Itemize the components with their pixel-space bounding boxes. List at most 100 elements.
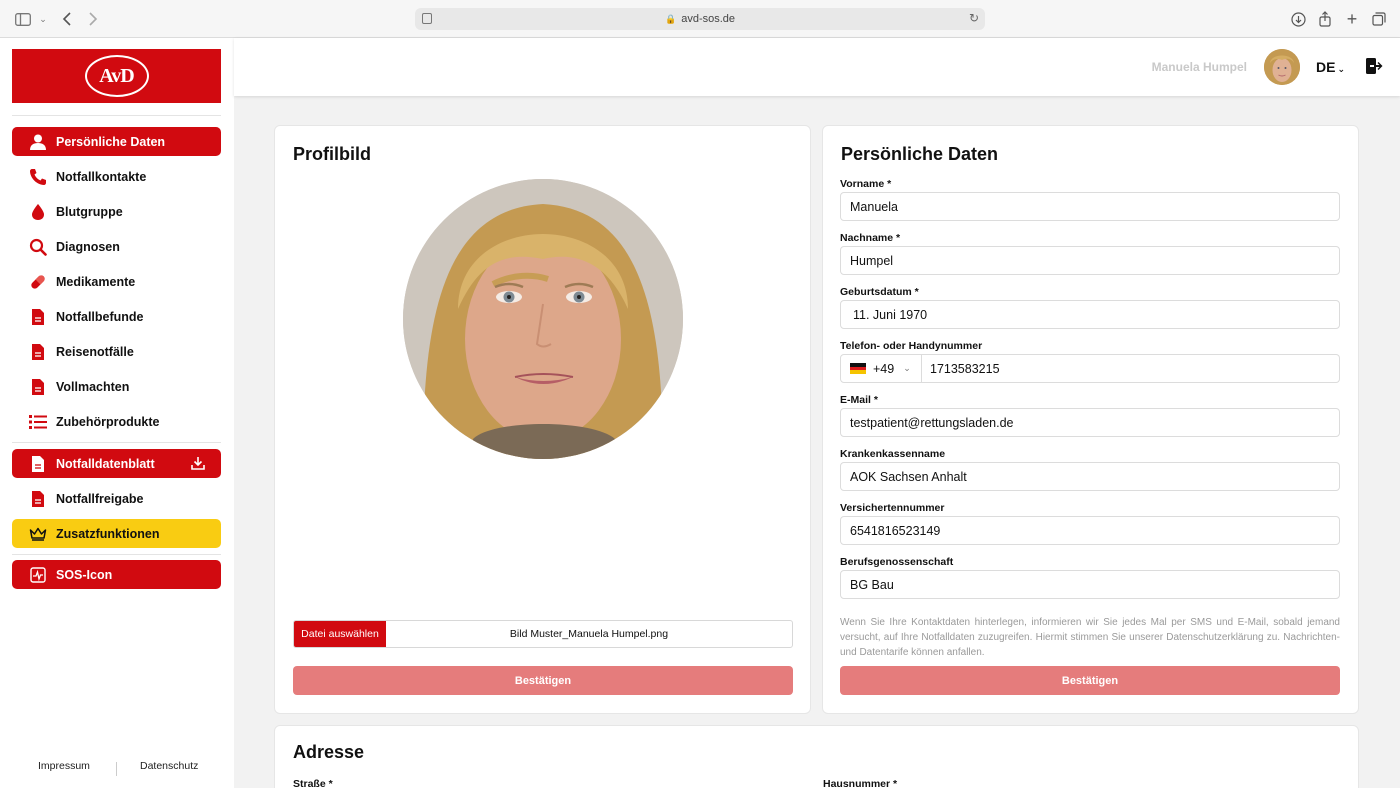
language-selector[interactable]: DE ⌄ (1316, 59, 1345, 75)
sidebar-item-label: Persönliche Daten (56, 134, 166, 149)
email-label: E-Mail * (840, 394, 878, 406)
sidebar-item-label: SOS-Icon (56, 567, 113, 582)
sidebar-item-label: Blutgruppe (56, 204, 123, 219)
download-icon[interactable] (1289, 10, 1307, 28)
search-icon (28, 237, 48, 257)
impressum-link[interactable]: Impressum (38, 760, 90, 772)
email-field[interactable]: testpatient@rettungsladen.de (840, 408, 1340, 437)
share-icon[interactable] (1316, 10, 1334, 28)
tabs-overview-icon[interactable] (1370, 10, 1388, 28)
document-icon (28, 307, 48, 327)
pill-icon (28, 272, 48, 292)
user-name: Manuela Humpel (1151, 60, 1247, 74)
document-icon (28, 377, 48, 397)
blood-drop-icon (28, 202, 48, 222)
vorname-label: Vorname * (840, 178, 892, 190)
card-title: Adresse (293, 742, 365, 762)
versichertennummer-label: Versichertennummer (840, 502, 945, 514)
logout-icon[interactable] (1365, 57, 1383, 75)
chevron-down-icon[interactable]: ⌄ (34, 10, 52, 28)
house-number-label: Hausnummer * (823, 778, 898, 788)
vorname-field[interactable]: Manuela (840, 192, 1340, 221)
sidebar-item-label: Vollmachten (56, 379, 130, 394)
nachname-label: Nachname * (840, 232, 901, 244)
sidebar-item-notfalldatenblatt[interactable]: Notfalldatenblatt (12, 449, 221, 478)
forward-icon[interactable] (84, 10, 102, 28)
confirm-button[interactable]: Bestätigen (840, 666, 1340, 695)
nachname-field[interactable]: Humpel (840, 246, 1340, 275)
street-label: Straße * (293, 778, 333, 788)
profile-photo (403, 179, 683, 459)
sidebar-item-label: Notfallbefunde (56, 309, 144, 324)
sidebar-footer: Impressum Datenschutz (0, 760, 234, 778)
language-code: DE (1316, 59, 1336, 75)
crown-icon (28, 524, 48, 544)
sidebar-item-label: Medikamente (56, 274, 136, 289)
country-code: +49 (873, 361, 895, 376)
chevron-down-icon: ⌄ (903, 363, 911, 373)
lock-icon: 🔒 (664, 13, 677, 24)
page-icon (422, 13, 432, 24)
url-text: avd-sos.de (681, 13, 736, 25)
sidebar-item-label: Notfalldatenblatt (56, 456, 155, 471)
avd-logo[interactable]: AvD (12, 49, 221, 103)
krankenkasse-label: Krankenkassenname (840, 448, 946, 460)
footer-divider (116, 762, 117, 776)
phone-field[interactable]: 1713583215 (921, 354, 1340, 383)
sidebar-item-reisenotfaelle[interactable]: Reisenotfälle (12, 337, 221, 366)
document-icon (28, 454, 48, 474)
back-icon[interactable] (58, 10, 76, 28)
document-icon (28, 342, 48, 362)
document-icon (28, 489, 48, 509)
sidebar-item-medikamente[interactable]: Medikamente (12, 267, 221, 296)
sidebar-item-diagnosen[interactable]: Diagnosen (12, 232, 221, 261)
geburtsdatum-field[interactable]: 11. Juni 1970 (840, 300, 1340, 329)
krankenkasse-field[interactable]: AOK Sachsen Anhalt (840, 462, 1340, 491)
sidebar-item-label: Zusatzfunktionen (56, 526, 160, 541)
sidebar-item-label: Diagnosen (56, 239, 120, 254)
address-bar[interactable]: 🔒 avd-sos.de ↻ (415, 8, 985, 30)
phone-icon (28, 167, 48, 187)
berufsgenossenschaft-field[interactable]: BG Bau (840, 570, 1340, 599)
country-code-select[interactable]: +49 ⌄ (840, 354, 922, 383)
sidebar-item-label: Notfallfreigabe (56, 491, 144, 506)
sidebar-item-notfallkontakte[interactable]: Notfallkontakte (12, 162, 221, 191)
sidebar-item-label: Notfallkontakte (56, 169, 147, 184)
telefon-label: Telefon- oder Handynummer (840, 340, 983, 352)
sidebar-item-notfallfreigabe[interactable]: Notfallfreigabe (12, 484, 221, 513)
chevron-down-icon: ⌄ (1337, 64, 1345, 74)
privacy-note: Wenn Sie Ihre Kontaktdaten hinterlegen, … (840, 617, 1340, 658)
geburtsdatum-label: Geburtsdatum * (840, 286, 919, 298)
sidebar-item-blutgruppe[interactable]: Blutgruppe (12, 197, 221, 226)
sidebar-item-vollmachten[interactable]: Vollmachten (12, 372, 221, 401)
address-card: Adresse Straße * Hausnummer * (274, 725, 1359, 788)
versichertennummer-field[interactable]: 6541816523149 (840, 516, 1340, 545)
person-icon (28, 132, 48, 152)
card-title: Persönliche Daten (841, 144, 999, 164)
sidebar-item-sos-icon[interactable]: SOS-Icon (12, 560, 221, 589)
sidebar-item-persoenliche-daten[interactable]: Persönliche Daten (12, 127, 221, 156)
avatar[interactable] (1264, 49, 1300, 85)
reload-icon[interactable]: ↻ (969, 11, 979, 25)
sidebar-item-zusatzfunktionen[interactable]: Zusatzfunktionen (12, 519, 221, 548)
sidebar-item-notfallbefunde[interactable]: Notfallbefunde (12, 302, 221, 331)
pulse-icon (28, 565, 48, 585)
germany-flag-icon (850, 363, 866, 375)
profile-picture-card: Profilbild Datei auswählen Bild Muster_M… (274, 125, 811, 714)
card-title: Profilbild (293, 144, 371, 164)
new-tab-icon[interactable]: + (1343, 9, 1361, 29)
logo-text: AvD (84, 55, 149, 97)
personal-data-card: Persönliche Daten Vorname * Manuela Nach… (822, 125, 1359, 714)
divider (12, 442, 221, 443)
download-icon[interactable] (191, 456, 205, 470)
topbar: Manuela Humpel DE ⌄ (234, 38, 1400, 96)
choose-file-button[interactable]: Datei auswählen (294, 621, 386, 647)
file-upload[interactable]: Datei auswählen Bild Muster_Manuela Hump… (293, 620, 793, 648)
sidebar-item-label: Reisenotfälle (56, 344, 134, 359)
datenschutz-link[interactable]: Datenschutz (140, 760, 198, 772)
divider (12, 115, 221, 116)
sidebar-toggle-icon[interactable] (14, 10, 32, 28)
sidebar-item-zubehoerprodukte[interactable]: Zubehörprodukte (12, 407, 221, 436)
berufsgenossenschaft-label: Berufsgenossenschaft (840, 556, 954, 568)
confirm-button[interactable]: Bestätigen (293, 666, 793, 695)
